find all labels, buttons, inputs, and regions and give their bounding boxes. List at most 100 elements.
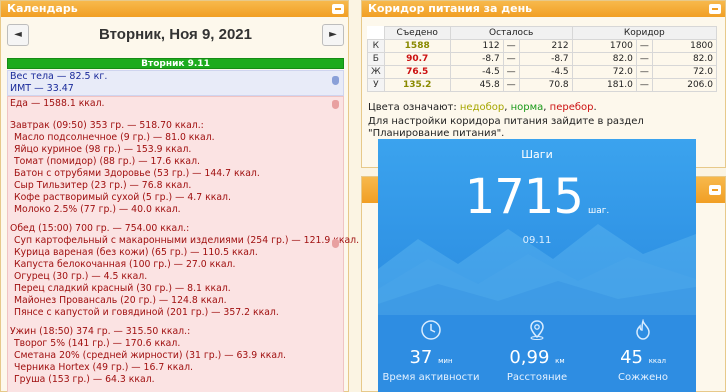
meal-item: Кофе растворимый сухой (5 гр.) — 4.7 кка… [14, 192, 231, 203]
food-total: Еда — 1588.1 ккал. [10, 98, 105, 109]
stat-number: 0,99 [509, 347, 550, 368]
meal-item: Перец сладкий красный (30 гр.) — 8.1 кка… [14, 283, 231, 294]
column-header: Съедено [383, 26, 451, 40]
stat-value: 37 мин [378, 347, 484, 368]
corridor-from: 72.0 [571, 65, 637, 79]
stat-value: 45 ккал [590, 347, 696, 368]
table-header-row: Съедено Осталось Коридор [367, 26, 718, 40]
column-header: Осталось [449, 26, 573, 40]
meal-item: Черника Hortex (49 гр.) — 16.7 ккал. [14, 362, 194, 373]
corridor-to: 72.0 [651, 65, 718, 79]
meal-header-dinner: Ужин (18:50) 374 гр. — 315.50 ккал.: [10, 326, 191, 337]
range-dash: — [635, 52, 653, 66]
edit-meal-icon[interactable] [332, 239, 339, 248]
steps-count: 1715 шаг. [378, 169, 696, 225]
table-row: К 1588 112 — 212 1700 — 1800 [367, 39, 718, 53]
corridor-to: 82.0 [651, 52, 718, 66]
steps-value: 1715 [464, 169, 584, 225]
corridor-from: 1700 [571, 39, 637, 53]
stat-value: 0,99 км [484, 347, 590, 368]
left-from: 112 [449, 39, 504, 53]
clock-icon [421, 320, 441, 340]
stat-unit: мин [438, 357, 453, 365]
stat-label: Расстояние [506, 372, 568, 383]
meal-header-lunch: Обед (15:00) 700 гр. — 754.00 ккал.: [10, 223, 190, 234]
range-dash: — [635, 39, 653, 53]
stat-number: 37 [409, 347, 433, 368]
eaten-value: 76.5 [383, 65, 451, 79]
meal-item: Сметана 20% (средней жирности) (31 гр.) … [14, 350, 286, 361]
corridor-from: 181.0 [571, 78, 637, 92]
add-food-icon[interactable] [332, 100, 339, 109]
stat-label: Время активности [382, 372, 480, 383]
collapse-icon[interactable] [709, 185, 721, 195]
location-pin-icon [530, 320, 544, 340]
steps-unit: шаг. [587, 206, 610, 216]
calendar-panel-header: Календарь [1, 1, 348, 17]
meal-item: Пянсе с капустой и говядиной (201 гр.) —… [14, 307, 279, 318]
table-row: У 135.2 45.8 — 70.8 181.0 — 206.0 [367, 78, 718, 92]
corridor-panel-title: Коридор питания за день [368, 2, 533, 15]
steps-date: 09.11 [522, 235, 552, 246]
legend-prefix: Цвета означают: [368, 102, 457, 113]
date-navigation: ◄ Вторник, Ноя 9, 2021 ► [7, 23, 344, 49]
calendar-panel-title: Календарь [7, 2, 78, 15]
table-row: Ж 76.5 -4.5 — -4.5 72.0 — 72.0 [367, 65, 718, 79]
corridor-to: 206.0 [651, 78, 718, 92]
left-from: -8.7 [449, 52, 504, 66]
eaten-value: 135.2 [383, 78, 451, 92]
current-date-title: Вторник, Ноя 9, 2021 [99, 26, 252, 43]
left-to: 212 [518, 39, 573, 53]
eaten-value: 1588 [383, 39, 451, 53]
meal-item: Молоко 2.5% (77 гр.) — 40.0 ккал. [14, 204, 181, 215]
prev-day-button[interactable]: ◄ [7, 24, 29, 46]
stat-label: Сожжено [618, 372, 668, 383]
range-dash: — [635, 78, 653, 92]
meal-item: Томат (помидор) (88 гр.) — 17.6 ккал. [14, 156, 200, 167]
range-dash: — [502, 52, 520, 66]
meal-header-breakfast: Завтрак (09:50) 353 гр. — 518.70 ккал.: [10, 120, 204, 131]
left-from: 45.8 [449, 78, 504, 92]
stat-unit: км [555, 357, 565, 365]
table-row: Б 90.7 -8.7 — -8.7 82.0 — 82.0 [367, 52, 718, 66]
meal-item: Творог 5% (141 гр.) — 170.6 ккал. [14, 338, 181, 349]
steps-stats: 37 мин Время активности 0,99 км Расстоян… [378, 315, 696, 392]
meal-item: Огурец (30 гр.) — 4.5 ккал. [14, 271, 148, 282]
corridor-from: 82.0 [571, 52, 637, 66]
collapse-icon[interactable] [709, 4, 721, 14]
edit-weight-icon[interactable] [332, 76, 339, 85]
meal-item: Курица вареная (без кожи) (65 гр.) — 110… [14, 247, 258, 258]
app-root: Календарь ◄ Вторник, Ноя 9, 2021 ► Вторн… [0, 0, 726, 392]
meal-item: Сыр Тильзитер (23 гр.) — 76.8 ккал. [14, 180, 192, 191]
range-dash: — [502, 65, 520, 79]
row-label: Б [367, 52, 385, 66]
meal-item: Батон с отрубями Здоровье (53 гр.) — 144… [14, 168, 260, 179]
range-dash: — [635, 65, 653, 79]
row-label: У [367, 78, 385, 92]
steps-card: Шаги 1715 шаг. 09.11 37 мин Время активн… [378, 139, 696, 392]
corridor-panel-header: Коридор питания за день [362, 1, 725, 17]
range-dash: — [502, 39, 520, 53]
legend-over: перебор [549, 102, 594, 113]
corridor-to: 1800 [651, 39, 718, 53]
meal-item: Капуста белокочанная (100 гр.) — 27.0 кк… [14, 259, 236, 270]
stat-number: 45 [620, 347, 643, 368]
legend-under: недобор [459, 102, 505, 113]
range-dash: — [502, 78, 520, 92]
meal-item: Майонез Провансаль (20 гр.) — 124.8 ккал… [14, 295, 227, 306]
row-label: К [367, 39, 385, 53]
eaten-value: 90.7 [383, 52, 451, 66]
weight-section: Вес тела — 82.5 кг. ИМТ — 33.47 [7, 70, 344, 96]
weight-value: Вес тела — 82.5 кг. [10, 71, 108, 82]
next-day-button[interactable]: ► [322, 24, 344, 46]
meal-item: Суп картофельный с макаронными изделиями… [14, 235, 360, 246]
corridor-settings-note: Для настройки коридора питания зайдите в… [368, 116, 644, 139]
meal-item: Яйцо куриное (98 гр.) — 153.9 ккал. [14, 144, 192, 155]
collapse-icon[interactable] [332, 4, 344, 14]
steps-title: Шаги [521, 148, 553, 161]
day-progress-bar: Вторник 9.11 [7, 58, 344, 69]
bmi-value: ИМТ — 33.47 [10, 83, 74, 94]
stat-unit: ккал [648, 357, 666, 365]
corridor-table: Съедено Осталось Коридор К 1588 112 — 21… [367, 26, 718, 92]
meal-item: Масло подсолнечное (9 гр.) — 81.0 ккал. [14, 132, 215, 143]
